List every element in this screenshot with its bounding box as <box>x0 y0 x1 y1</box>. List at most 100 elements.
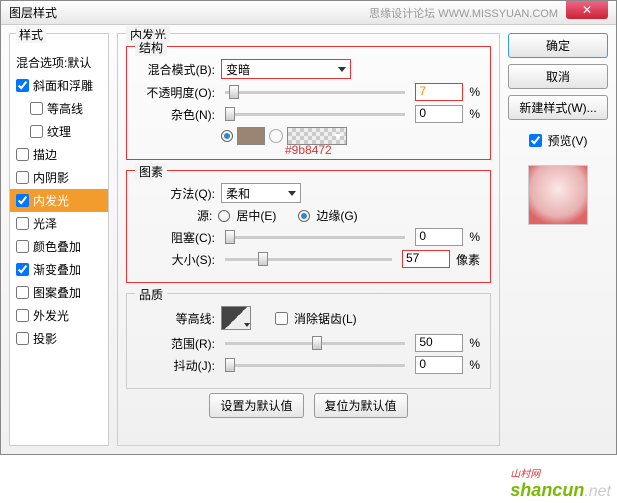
element-title: 图素 <box>135 163 167 180</box>
chevron-down-icon <box>338 67 346 72</box>
sidebar-checkbox[interactable] <box>16 79 29 92</box>
ok-button[interactable]: 确定 <box>508 33 608 58</box>
contour-label: 等高线: <box>137 310 215 327</box>
quality-group: 品质 等高线: 消除锯齿(L) 范围(R): 50 % <box>126 293 491 389</box>
element-group: 图素 方法(Q): 柔和 源: 居中(E) 边缘(G) <box>126 170 491 283</box>
opacity-unit: % <box>469 85 480 99</box>
antialias-checkbox[interactable] <box>275 312 288 325</box>
edge-label: 边缘(G) <box>316 207 357 224</box>
sidebar-item-label: 内发光 <box>33 192 69 209</box>
size-unit: 像素 <box>456 251 480 268</box>
quality-title: 品质 <box>135 286 167 303</box>
sidebar-item[interactable]: 纹理 <box>10 120 108 143</box>
noise-label: 杂色(N): <box>137 106 215 123</box>
sidebar-item-label: 图案叠加 <box>33 284 81 301</box>
blend-mode-dropdown[interactable]: 变暗 <box>221 59 351 79</box>
noise-unit: % <box>469 107 480 121</box>
sidebar-checkbox[interactable] <box>16 171 29 184</box>
sidebar-item-label: 等高线 <box>47 100 83 117</box>
source-label: 源: <box>197 207 212 224</box>
range-unit: % <box>469 336 480 350</box>
size-input[interactable]: 57 <box>402 250 450 268</box>
noise-input[interactable]: 0 <box>415 105 463 123</box>
close-button[interactable]: ✕ <box>566 1 608 19</box>
sidebar-checkbox[interactable] <box>16 286 29 299</box>
sidebar-checkbox[interactable] <box>16 309 29 322</box>
center-radio[interactable] <box>218 210 230 222</box>
sidebar-item[interactable]: 光泽 <box>10 212 108 235</box>
chevron-down-icon <box>288 191 296 196</box>
opacity-slider[interactable] <box>225 91 405 94</box>
preview-checkbox[interactable] <box>529 134 542 147</box>
sidebar-checkbox[interactable] <box>16 217 29 230</box>
watermark: 山村网 shancun.net <box>510 465 611 501</box>
preview-swatch <box>528 165 588 225</box>
titlebar[interactable]: 图层样式 思缘设计论坛 WWW.MISSYUAN.COM ✕ <box>1 1 616 25</box>
color-radio[interactable] <box>221 130 233 142</box>
method-dropdown[interactable]: 柔和 <box>221 183 301 203</box>
reset-default-button[interactable]: 复位为默认值 <box>314 393 408 418</box>
choke-unit: % <box>469 230 480 244</box>
choke-slider[interactable] <box>225 236 405 239</box>
sidebar-item-label: 投影 <box>33 330 57 347</box>
method-label: 方法(Q): <box>137 185 215 202</box>
sidebar-checkbox[interactable] <box>16 194 29 207</box>
sidebar-item-label: 外发光 <box>33 307 69 324</box>
sidebar-item-label: 颜色叠加 <box>33 238 81 255</box>
inner-glow-panel: 内发光 结构 混合模式(B): 变暗 不透明度(O): 7 % <box>117 33 500 446</box>
preview-label: 预览(V) <box>548 132 588 149</box>
chevron-down-icon <box>334 134 342 139</box>
sidebar-item-label: 斜面和浮雕 <box>33 77 93 94</box>
sidebar-item[interactable]: 内阴影 <box>10 166 108 189</box>
sidebar-header: 样式 <box>16 26 46 43</box>
structure-group: 结构 混合模式(B): 变暗 不透明度(O): 7 % 杂色(N <box>126 46 491 160</box>
opacity-label: 不透明度(O): <box>137 84 215 101</box>
sidebar-checkbox[interactable] <box>16 148 29 161</box>
edge-radio[interactable] <box>298 210 310 222</box>
range-slider[interactable] <box>225 342 405 345</box>
jitter-label: 抖动(J): <box>137 357 215 374</box>
sidebar-item[interactable]: 渐变叠加 <box>10 258 108 281</box>
contour-picker[interactable] <box>221 306 251 330</box>
sidebar-checkbox[interactable] <box>16 263 29 276</box>
blend-options-item[interactable]: 混合选项:默认 <box>10 51 108 74</box>
center-label: 居中(E) <box>236 207 276 224</box>
sidebar-item[interactable]: 颜色叠加 <box>10 235 108 258</box>
size-slider[interactable] <box>225 258 392 261</box>
sidebar-item[interactable]: 外发光 <box>10 304 108 327</box>
jitter-slider[interactable] <box>225 364 405 367</box>
range-label: 范围(R): <box>137 335 215 352</box>
sidebar-checkbox[interactable] <box>30 125 43 138</box>
jitter-input[interactable]: 0 <box>415 356 463 374</box>
sidebar-item[interactable]: 图案叠加 <box>10 281 108 304</box>
noise-slider[interactable] <box>225 113 405 116</box>
jitter-unit: % <box>469 358 480 372</box>
gradient-radio[interactable] <box>269 129 283 143</box>
color-swatch[interactable] <box>237 127 265 145</box>
make-default-button[interactable]: 设置为默认值 <box>209 393 303 418</box>
blend-mode-label: 混合模式(B): <box>137 61 215 78</box>
antialias-label: 消除锯齿(L) <box>294 310 357 327</box>
range-input[interactable]: 50 <box>415 334 463 352</box>
sidebar-item[interactable]: 等高线 <box>10 97 108 120</box>
sidebar-item-label: 渐变叠加 <box>33 261 81 278</box>
sidebar-item[interactable]: 内发光 <box>10 189 108 212</box>
layer-style-dialog: 图层样式 思缘设计论坛 WWW.MISSYUAN.COM ✕ 样式 混合选项:默… <box>0 0 617 455</box>
sidebar-checkbox[interactable] <box>16 332 29 345</box>
sidebar-item-label: 光泽 <box>33 215 57 232</box>
choke-input[interactable]: 0 <box>415 228 463 246</box>
dialog-subtitle: 思缘设计论坛 WWW.MISSYUAN.COM <box>369 5 558 21</box>
size-label: 大小(S): <box>137 251 215 268</box>
sidebar-item[interactable]: 描边 <box>10 143 108 166</box>
sidebar-item-label: 纹理 <box>47 123 71 140</box>
dialog-title: 图层样式 <box>9 4 369 21</box>
structure-title: 结构 <box>135 39 167 56</box>
new-style-button[interactable]: 新建样式(W)... <box>508 95 608 120</box>
sidebar-item[interactable]: 投影 <box>10 327 108 350</box>
cancel-button[interactable]: 取消 <box>508 64 608 89</box>
sidebar-checkbox[interactable] <box>16 240 29 253</box>
sidebar-checkbox[interactable] <box>30 102 43 115</box>
sidebar-item[interactable]: 斜面和浮雕 <box>10 74 108 97</box>
right-panel: 确定 取消 新建样式(W)... 预览(V) <box>508 33 608 446</box>
opacity-input[interactable]: 7 <box>415 83 463 101</box>
